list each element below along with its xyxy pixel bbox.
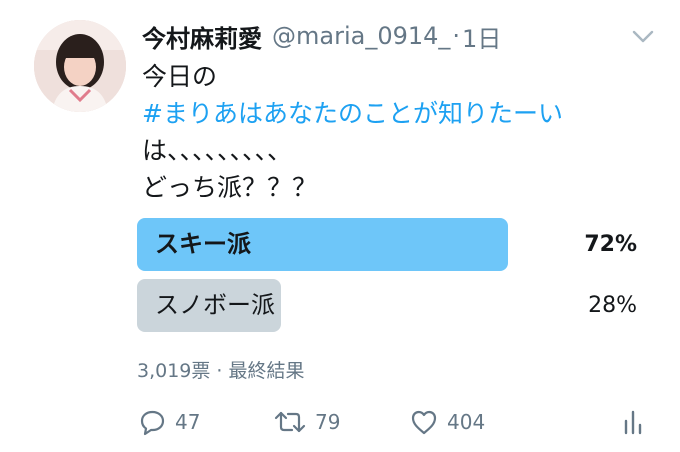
analytics-icon (621, 407, 645, 437)
retweet-icon (273, 407, 307, 437)
like-count: 404 (447, 410, 486, 434)
analytics-button[interactable] (621, 402, 645, 442)
display-name[interactable]: 今村麻莉愛 (142, 19, 262, 54)
tweet-timestamp[interactable]: 1日 (462, 19, 501, 54)
poll-option-label: スキー派 (155, 230, 251, 258)
tweet-header: 今村麻莉愛 @maria_0914_ · 1日 (142, 16, 501, 56)
retweet-button[interactable]: 79 (273, 402, 340, 442)
poll-option-percent: 72% (584, 232, 637, 257)
header-separator: · (452, 22, 461, 50)
tweet-actions: 47 79 404 (137, 402, 657, 442)
poll-option-snowboard: スノボー派 28% (137, 279, 637, 332)
avatar[interactable] (34, 20, 126, 112)
heart-icon (409, 407, 439, 437)
tweet-card: 今村麻莉愛 @maria_0914_ · 1日 今日の #まりあはあなたのことが… (0, 0, 680, 452)
retweet-count: 79 (315, 410, 341, 434)
reply-count: 47 (175, 410, 201, 434)
tweet-line: どっち派？？？ (142, 173, 318, 202)
poll-option-ski: スキー派 72% (137, 218, 637, 271)
poll-option-percent: 28% (588, 293, 637, 318)
reply-icon (137, 407, 167, 437)
like-button[interactable]: 404 (409, 402, 485, 442)
tweet-line: 今日の (142, 62, 218, 91)
poll-option-label: スノボー派 (155, 291, 275, 319)
user-handle[interactable]: @maria_0914_ (272, 22, 450, 50)
tweet-line: は、、、、、、、、、 (142, 136, 293, 165)
reply-button[interactable]: 47 (137, 402, 200, 442)
poll-meta: 3,019票 · 最終結果 (137, 360, 305, 382)
tweet-text: 今日の #まりあはあなたのことが知りたーい は、、、、、、、、、 どっち派？？？ (142, 58, 563, 206)
hashtag-link[interactable]: #まりあはあなたのことが知りたーい (142, 95, 563, 132)
chevron-down-icon[interactable] (630, 26, 656, 46)
avatar-image (34, 20, 126, 112)
